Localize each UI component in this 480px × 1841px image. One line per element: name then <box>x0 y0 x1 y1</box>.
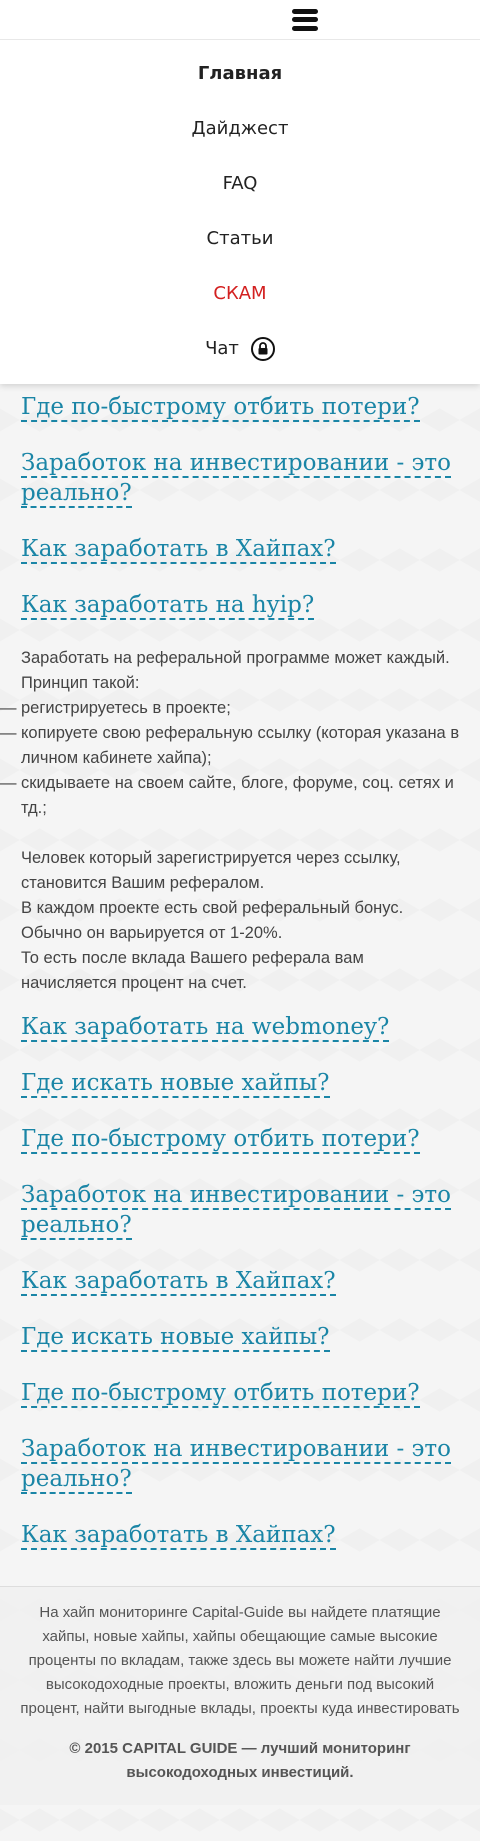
article-link[interactable]: Как заработать в Хайпах? <box>21 1268 336 1296</box>
hamburger-menu-icon[interactable] <box>292 8 318 31</box>
list-item: Где искать новые хайпы? <box>21 1068 460 1098</box>
article-link[interactable]: Где искать новые хайпы? <box>21 1324 330 1352</box>
list-item: Где по-быстрому отбить потери? <box>21 1378 460 1408</box>
menu-item-label: СКАМ <box>213 283 267 304</box>
article-link[interactable]: Как заработать в Хайпах? <box>21 1522 336 1550</box>
menu-item-scam[interactable]: СКАМ <box>0 266 480 321</box>
main-menu: Главная Дайджест FAQ Статьи СКАМ Чат <box>0 0 480 384</box>
menu-item-home[interactable]: Главная <box>0 46 480 101</box>
article-step: регистрируетесь в проекте; <box>0 696 460 721</box>
menu-item-articles[interactable]: Статьи <box>0 211 480 266</box>
article-link[interactable]: Где по-быстрому отбить потери? <box>21 1126 420 1154</box>
menu-item-label: Чат <box>205 338 239 359</box>
list-item: Где по-быстрому отбить потери? <box>21 1124 460 1154</box>
article-step: скидываете на своем сайте, блоге, форуме… <box>0 771 460 821</box>
list-item: Заработок на инвестировании - это реальн… <box>21 1434 460 1494</box>
menu-list: Главная Дайджест FAQ Статьи СКАМ Чат <box>0 40 480 384</box>
article-link[interactable]: Заработок на инвестировании - это реальн… <box>21 1182 452 1240</box>
article-line: Принцип такой: <box>21 674 140 692</box>
footer-description: На хайп мониторинге Capital-Guide вы най… <box>20 1604 460 1717</box>
list-item: Как заработать в Хайпах? <box>21 1520 460 1550</box>
menu-item-chat[interactable]: Чат <box>0 321 480 376</box>
article-link[interactable]: Где по-быстрому отбить потери? <box>21 1380 420 1408</box>
article-line: Человек который зарегистрируется через с… <box>21 849 401 892</box>
list-item: Заработок на инвестировании - это реальн… <box>21 1180 460 1240</box>
menu-item-label: Статьи <box>206 228 274 249</box>
list-item: Заработок на инвестировании - это реальн… <box>21 448 460 508</box>
footer: На хайп мониторинге Capital-Guide вы най… <box>0 1586 480 1805</box>
list-item: Где искать новые хайпы? <box>21 1322 460 1352</box>
main-content: Где по-быстрому отбить потери? Заработок… <box>0 384 480 1586</box>
lock-icon <box>250 336 275 361</box>
menu-header <box>0 0 480 40</box>
menu-item-label: Главная <box>197 63 283 84</box>
menu-item-label: FAQ <box>222 173 258 194</box>
article-line: В каждом проекте есть свой реферальный б… <box>21 899 404 942</box>
article-link[interactable]: Как заработать на hyip? <box>21 592 315 620</box>
article-step: копируете свою реферальную ссылку (котор… <box>0 721 460 771</box>
article-link[interactable]: Заработок на инвестировании - это реальн… <box>21 450 452 508</box>
menu-item-digest[interactable]: Дайджест <box>0 101 480 156</box>
article-link[interactable]: Как заработать на webmoney? <box>21 1014 390 1042</box>
list-item: Как заработать на webmoney? <box>21 1012 460 1042</box>
footer-copyright: © 2015 CAPITAL GUIDE — лучший мониторинг… <box>69 1740 411 1781</box>
article-line: То есть после вклада Вашего реферала вам… <box>21 949 364 992</box>
list-item: Как заработать в Хайпах? <box>21 1266 460 1296</box>
menu-item-label: Дайджест <box>191 118 289 139</box>
article-link[interactable]: Заработок на инвестировании - это реальн… <box>21 1436 452 1494</box>
article-link[interactable]: Как заработать в Хайпах? <box>21 536 336 564</box>
article-link[interactable]: Где искать новые хайпы? <box>21 1070 330 1098</box>
list-item: Где по-быстрому отбить потери? <box>21 392 460 422</box>
article-text: Заработать на реферальной программе може… <box>0 646 460 996</box>
article-line: Заработать на реферальной программе може… <box>21 649 450 667</box>
list-item: Как заработать в Хайпах? <box>21 534 460 564</box>
list-item: Как заработать на hyip? <box>21 590 460 620</box>
menu-item-faq[interactable]: FAQ <box>0 156 480 211</box>
article-link[interactable]: Где по-быстрому отбить потери? <box>21 394 420 422</box>
